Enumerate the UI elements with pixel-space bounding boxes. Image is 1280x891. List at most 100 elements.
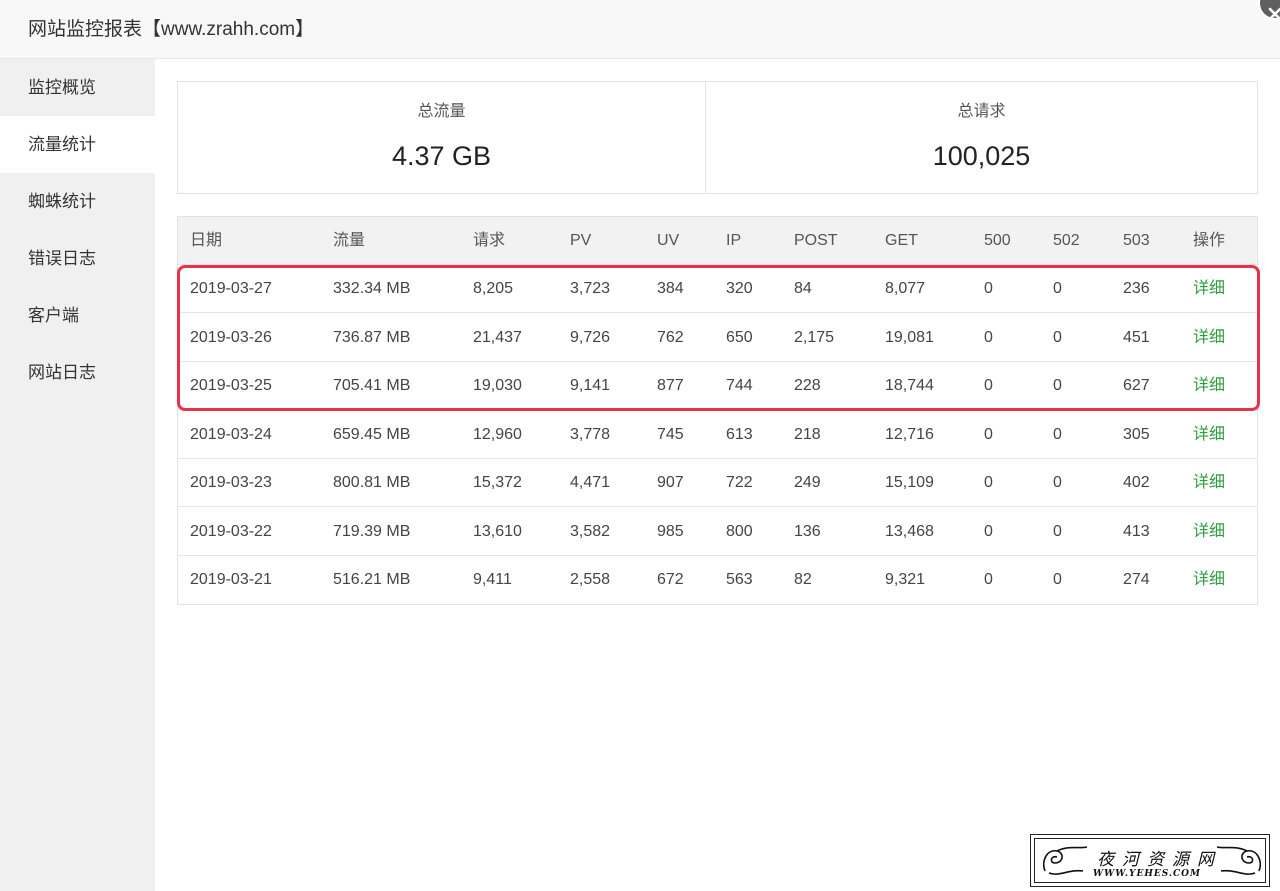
column-header-pv: PV: [570, 232, 592, 249]
watermark-subtitle: WWW.YEHES.COM: [1093, 869, 1201, 879]
cell-traffic: 516.21 MB: [333, 571, 411, 588]
cell-e500: 0: [984, 474, 993, 491]
column-header-traffic: 流量: [333, 232, 366, 249]
table-row: 2019-03-25 705.41 MB 19,030 9,141 877 744 228 1…: [178, 362, 1257, 410]
cell-e503: 413: [1123, 522, 1150, 540]
sidebar-item-overview[interactable]: 监控概览: [0, 59, 155, 116]
cell-requests: 13,610: [473, 522, 522, 540]
cell-date: 2019-03-26: [190, 328, 272, 346]
total-requests-label: 总请求: [957, 103, 1006, 120]
detail-link[interactable]: 详细: [1193, 473, 1225, 493]
cell-get: 18,744: [885, 377, 934, 394]
detail-link[interactable]: 详细: [1193, 328, 1225, 348]
column-header-post: POST: [794, 232, 838, 249]
cell-post: 82: [794, 571, 812, 588]
sidebar-item-label: 客户端: [28, 306, 79, 325]
cell-ip: 800: [726, 522, 753, 540]
table-row: 2019-03-22 719.39 MB 13,610 3,582 985 800 136 1…: [178, 508, 1257, 556]
cell-requests: 12,960: [473, 425, 522, 443]
table-row: 2019-03-23 800.81 MB 15,372 4,471 907 722 249 1…: [178, 459, 1257, 507]
cell-pv: 9,726: [570, 328, 611, 346]
window-title: 网站监控报表【www.zrahh.com】: [28, 19, 315, 40]
cell-uv: 384: [657, 280, 684, 297]
cell-get: 13,468: [885, 522, 934, 540]
cell-date: 2019-03-22: [190, 522, 272, 540]
cell-post: 218: [794, 425, 821, 443]
report-window: 网站监控报表【www.zrahh.com】 监控概览 流量统计 蜘蛛统计 错误日…: [0, 0, 1280, 891]
cell-pv: 2,558: [570, 571, 611, 588]
cell-traffic: 705.41 MB: [333, 377, 411, 394]
watermark-stamp: 夜河资源网 WWW.YEHES.COM: [1030, 834, 1270, 887]
cell-e503: 236: [1123, 280, 1150, 297]
detail-link[interactable]: 详细: [1193, 522, 1225, 542]
sidebar-item-label: 网站日志: [28, 363, 96, 382]
sidebar-item-label: 错误日志: [28, 249, 96, 268]
cell-uv: 985: [657, 522, 684, 540]
cell-e500: 0: [984, 522, 993, 540]
column-header-ip: IP: [726, 232, 742, 249]
cell-get: 15,109: [885, 474, 934, 491]
cell-e500: 0: [984, 425, 993, 443]
watermark-title: 夜河资源网: [1097, 850, 1222, 870]
cell-get: 19,081: [885, 328, 934, 346]
cell-requests: 9,411: [473, 571, 512, 588]
cell-ip: 563: [726, 571, 753, 588]
summary-panel: 总流量 4.37 GB 总请求 100,025: [177, 81, 1258, 194]
cell-e500: 0: [984, 280, 993, 297]
cell-date: 2019-03-25: [190, 377, 272, 394]
cell-traffic: 659.45 MB: [333, 425, 411, 443]
column-header-uv: UV: [657, 232, 680, 249]
column-header-date: 日期: [190, 232, 223, 249]
left-ornament-icon: [1042, 846, 1088, 875]
cell-e503: 402: [1123, 474, 1150, 491]
detail-link[interactable]: 详细: [1193, 376, 1225, 396]
cell-ip: 650: [726, 328, 753, 346]
cell-e502: 0: [1053, 377, 1062, 394]
table-header: 日期 流量 请求 PV UV IP POST GET 500 502 503 操…: [178, 217, 1257, 265]
cell-e502: 0: [1053, 328, 1062, 346]
cell-e502: 0: [1053, 425, 1062, 443]
sidebar: 监控概览 流量统计 蜘蛛统计 错误日志 客户端 网站日志: [0, 59, 155, 891]
cell-date: 2019-03-24: [190, 425, 272, 443]
column-header-action: 操作: [1193, 232, 1226, 249]
detail-link[interactable]: 详细: [1193, 425, 1225, 445]
cell-e500: 0: [984, 377, 993, 394]
cell-e500: 0: [984, 328, 993, 346]
cell-ip: 744: [726, 377, 753, 394]
cell-e503: 305: [1123, 425, 1150, 443]
cell-uv: 745: [657, 425, 684, 443]
detail-link[interactable]: 详细: [1193, 279, 1225, 299]
sidebar-item-spider-stats[interactable]: 蜘蛛统计: [0, 173, 155, 230]
cell-e503: 627: [1123, 377, 1150, 394]
column-header-500: 500: [984, 232, 1011, 249]
cell-traffic: 719.39 MB: [333, 522, 411, 540]
cell-traffic: 332.34 MB: [333, 280, 411, 297]
sidebar-item-traffic-stats[interactable]: 流量统计: [0, 116, 155, 173]
sidebar-item-site-log[interactable]: 网站日志: [0, 344, 155, 401]
cell-uv: 877: [657, 377, 684, 394]
cell-pv: 3,582: [570, 522, 611, 540]
cell-get: 12,716: [885, 425, 934, 443]
cell-post: 84: [794, 280, 812, 297]
cell-e503: 274: [1123, 571, 1150, 588]
sidebar-item-client[interactable]: 客户端: [0, 287, 155, 344]
cell-traffic: 800.81 MB: [333, 474, 411, 491]
cell-ip: 722: [726, 474, 753, 491]
cell-post: 136: [794, 522, 821, 540]
cell-requests: 21,437: [473, 328, 522, 346]
detail-link[interactable]: 详细: [1193, 570, 1225, 590]
sidebar-item-label: 蜘蛛统计: [28, 192, 96, 211]
column-header-get: GET: [885, 232, 918, 249]
cell-requests: 8,205: [473, 280, 514, 297]
cell-e503: 451: [1123, 328, 1150, 346]
cell-uv: 907: [657, 474, 684, 491]
cell-uv: 672: [657, 571, 684, 588]
cell-e500: 0: [984, 571, 993, 588]
cell-traffic: 736.87 MB: [333, 328, 411, 346]
total-requests-card: 总请求 100,025: [706, 82, 1257, 193]
column-header-502: 502: [1053, 232, 1080, 249]
total-traffic-label: 总流量: [417, 103, 466, 120]
total-requests-value: 100,025: [932, 141, 1031, 171]
sidebar-item-error-log[interactable]: 错误日志: [0, 230, 155, 287]
column-header-503: 503: [1123, 232, 1150, 249]
